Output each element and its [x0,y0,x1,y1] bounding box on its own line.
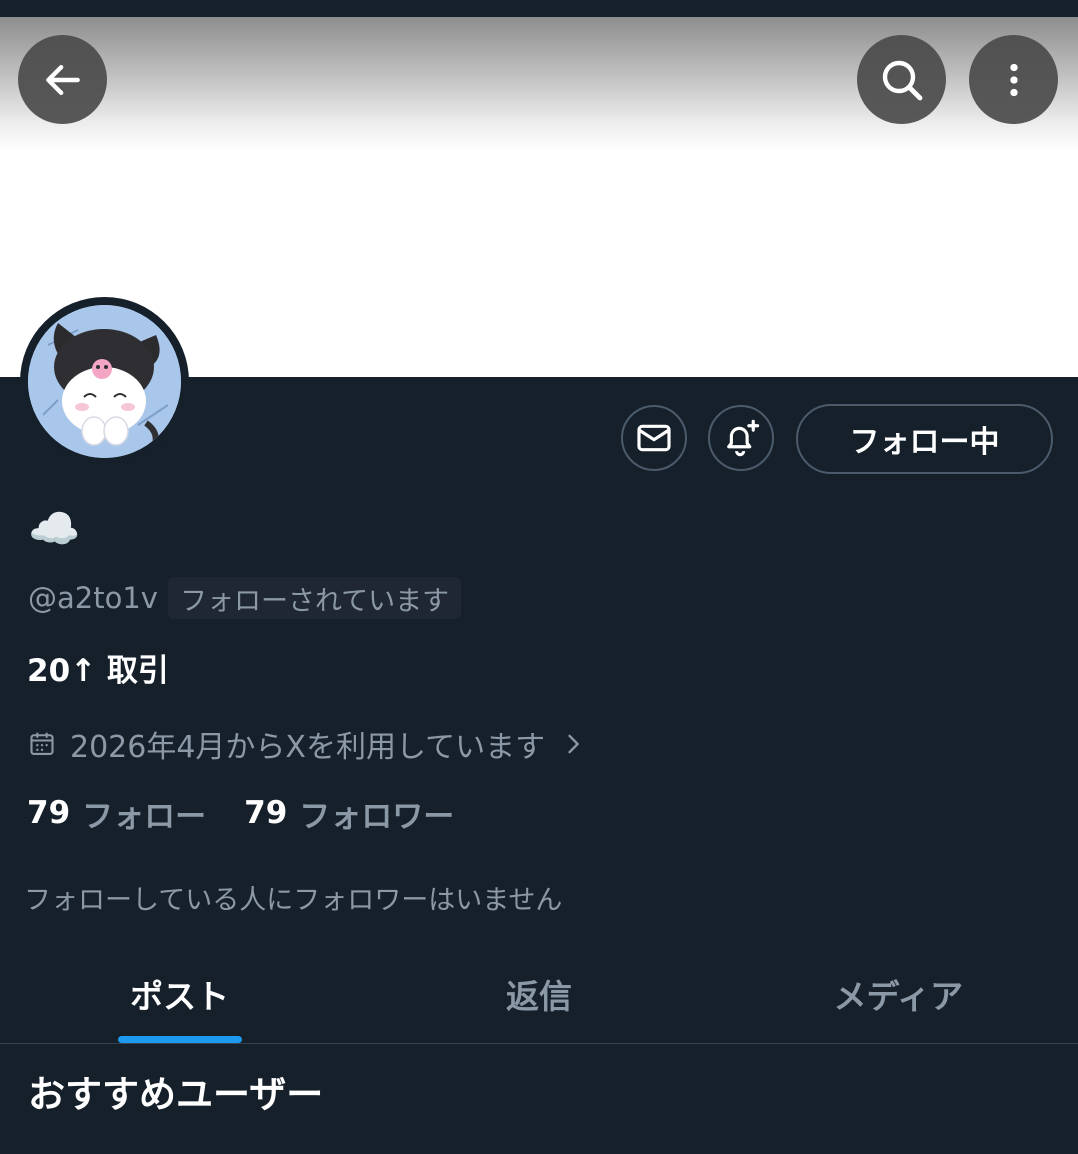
tab-media-label: メディア [833,977,964,1016]
following-label: フォロー [82,798,207,835]
tab-media[interactable]: メディア [719,945,1078,1043]
profile-bio: 20↑ 取引 [27,653,169,689]
notifications-button[interactable] [708,405,774,471]
followers-label: フォロワー [299,798,455,835]
followers-stat[interactable]: 79 フォロワー [244,791,454,836]
handle-row: @a2to1v フォローされています [28,577,462,619]
following-stat[interactable]: 79 フォロー [27,791,206,836]
profile-page: フォロー中 ☁️ @a2to1v フォローされています 20↑ 取引 2026年… [0,0,1078,1154]
status-strip [0,0,1078,17]
user-handle: @a2to1v [28,581,158,615]
bell-plus-icon [727,419,760,457]
message-button[interactable] [621,405,687,471]
avatar-image [28,305,181,458]
tab-replies[interactable]: 返信 [359,945,718,1043]
tab-posts-label: ポスト [130,977,230,1016]
calendar-icon [30,732,54,755]
arrow-left-icon [45,64,80,95]
more-options-button[interactable] [969,35,1058,124]
more-vertical-icon [1009,63,1018,96]
profile-tabs: ポスト 返信 メディア [0,945,1078,1044]
follows-you-badge: フォローされています [167,577,462,619]
chevron-right-icon [563,730,583,758]
recommended-users-title: おすすめユーザー [28,1073,324,1116]
following-count: 79 [27,795,71,831]
followers-count: 79 [244,795,288,831]
tab-posts[interactable]: ポスト [0,945,359,1043]
joined-date-row[interactable]: 2026年4月からXを利用しています [28,722,583,766]
avatar[interactable] [20,297,189,466]
follow-stats: 79 フォロー 79 フォロワー [27,790,454,836]
following-button[interactable]: フォロー中 [796,404,1053,474]
joined-date-text: 2026年4月からXを利用しています [70,730,546,765]
avatar-character-illustration [28,305,181,458]
search-button[interactable] [857,35,946,124]
mutual-followers-note: フォローしている人にフォロワーはいません [24,885,563,916]
mail-icon [637,424,671,452]
tab-replies-label: 返信 [505,977,572,1016]
back-button[interactable] [18,35,107,124]
display-name: ☁️ [28,504,81,553]
active-tab-indicator [117,1036,242,1043]
search-icon [882,60,922,100]
